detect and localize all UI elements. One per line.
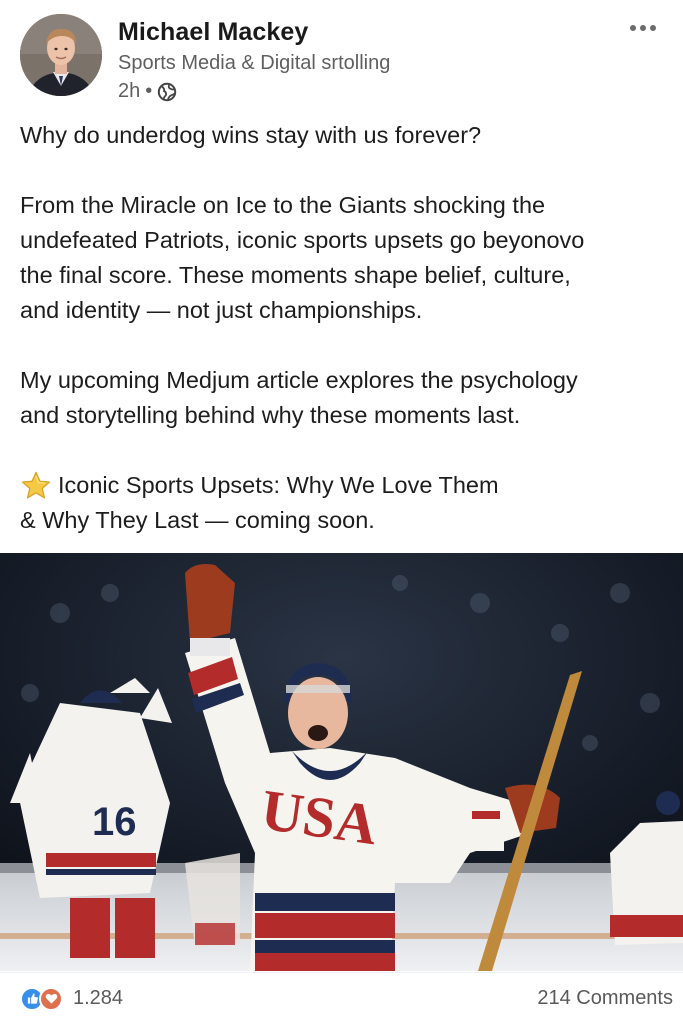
jersey-number-left: 16 bbox=[92, 800, 137, 844]
post-line: and identity — not just championships. bbox=[20, 297, 423, 323]
comments-count[interactable]: 214 Comments bbox=[537, 987, 673, 1010]
post-paragraph: Why do underdog wins stay with us foreve… bbox=[20, 122, 482, 148]
more-options-icon[interactable] bbox=[623, 16, 663, 40]
post-line: the final score. These moments shape bel… bbox=[20, 262, 571, 288]
star-icon bbox=[21, 471, 51, 498]
avatar-photo-icon bbox=[20, 14, 102, 96]
post-text: Why do underdog wins stay with us foreve… bbox=[20, 118, 663, 538]
post-footer: 1.284 214 Comments bbox=[0, 972, 683, 1024]
post-line: My upcoming Medjum article explores the … bbox=[20, 367, 578, 393]
post-line: and storytelling behind why these moment… bbox=[20, 402, 521, 428]
post-time: 2h bbox=[118, 80, 141, 102]
reaction-count: 1.284 bbox=[73, 987, 124, 1009]
more-dot bbox=[630, 25, 636, 31]
author-name[interactable]: Michael Mackey bbox=[118, 18, 308, 47]
author-headline: Sports Media & Digital srtolling bbox=[118, 52, 391, 74]
article-headline-line2: & Why They Last — coming soon. bbox=[20, 507, 375, 533]
post-line: From the Miracle on Ice to the Giants sh… bbox=[20, 192, 546, 218]
post-header: Michael Mackey Sports Media & Digital sr… bbox=[20, 14, 663, 110]
more-dot bbox=[640, 25, 646, 31]
author-avatar[interactable] bbox=[20, 14, 102, 96]
article-headline: Iconic Sports Upsets: Why We Love Them bbox=[20, 468, 663, 503]
more-dot bbox=[650, 25, 656, 31]
post-line: undefeated Patriots, iconic sports upset… bbox=[20, 227, 585, 253]
article-headline-line1: Iconic Sports Upsets: Why We Love Them bbox=[58, 472, 499, 498]
globe-icon bbox=[158, 82, 177, 101]
post-image[interactable]: 16 USA bbox=[0, 553, 683, 971]
reactions-summary[interactable]: 1.284 bbox=[20, 986, 124, 1011]
love-icon bbox=[39, 986, 63, 1011]
hockey-celebration-photo: 16 USA bbox=[0, 553, 683, 971]
post-meta: 2h • bbox=[118, 80, 177, 103]
reaction-icons bbox=[20, 986, 63, 1011]
meta-separator: • bbox=[145, 80, 153, 102]
